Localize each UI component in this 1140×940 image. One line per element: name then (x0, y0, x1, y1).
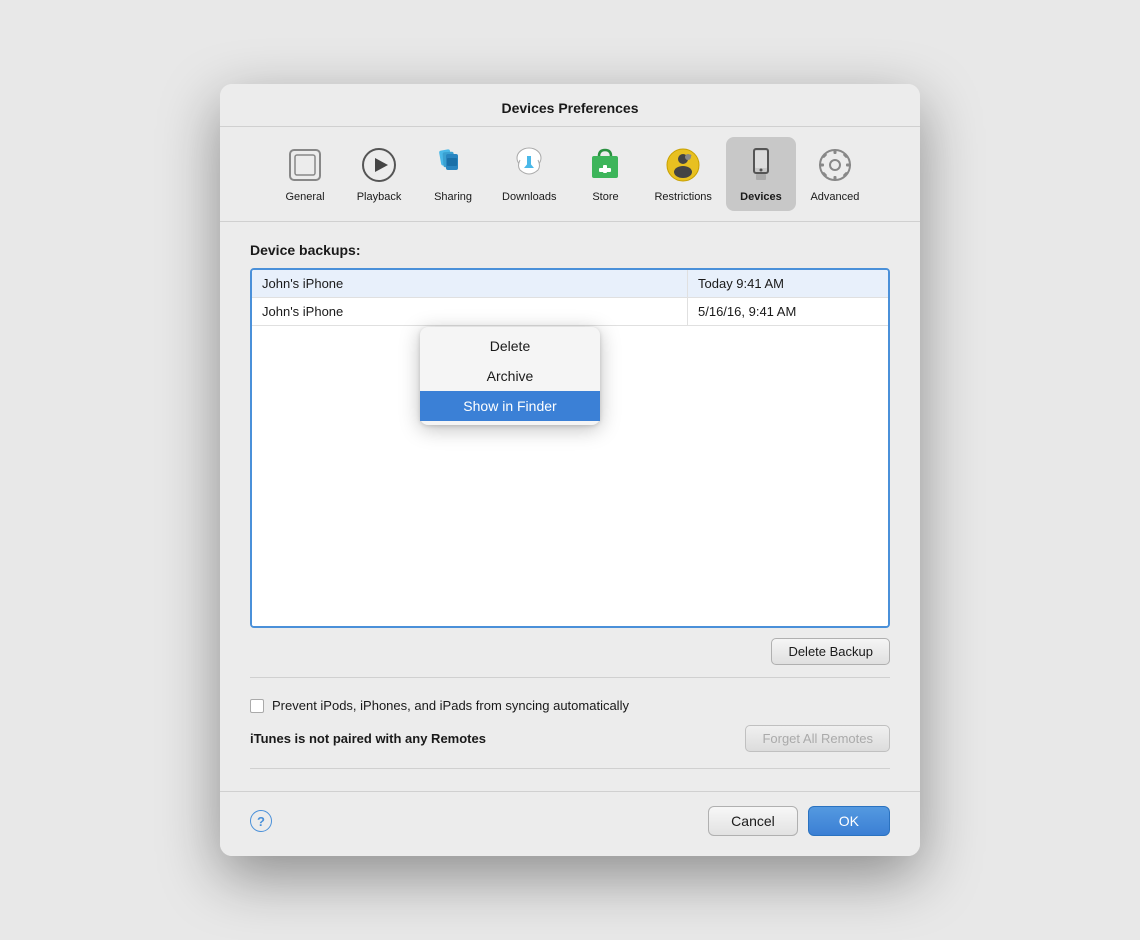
preferences-dialog: Devices Preferences General Playback (220, 84, 920, 856)
separator-1 (250, 677, 890, 678)
restrictions-icon (661, 143, 705, 187)
bottom-bar: ? Cancel OK (220, 791, 920, 856)
prevent-sync-label: Prevent iPods, iPhones, and iPads from s… (272, 698, 629, 713)
prevent-sync-checkbox[interactable] (250, 699, 264, 713)
table-row[interactable]: John's iPhone Today 9:41 AM (252, 270, 888, 298)
button-row: Delete Backup (250, 628, 890, 671)
toolbar-item-playback[interactable]: Playback (344, 137, 414, 211)
store-label: Store (592, 191, 618, 203)
backup-date-2: 5/16/16, 9:41 AM (688, 298, 888, 325)
backup-name-1: John's iPhone (252, 270, 688, 297)
sharing-icon (431, 143, 475, 187)
title-text: Devices Preferences (502, 100, 639, 116)
toolbar-item-general[interactable]: General (270, 137, 340, 211)
devices-label: Devices (740, 191, 782, 203)
sharing-label: Sharing (434, 191, 472, 203)
delete-backup-button[interactable]: Delete Backup (771, 638, 890, 665)
remotes-label: iTunes is not paired with any Remotes (250, 731, 486, 746)
toolbar: General Playback Sharing (220, 127, 920, 222)
bottom-buttons: Cancel OK (708, 806, 890, 836)
downloads-icon (507, 143, 551, 187)
context-menu: Delete Archive Show in Finder (420, 327, 600, 425)
backup-date-1: Today 9:41 AM (688, 270, 888, 297)
downloads-label: Downloads (502, 191, 556, 203)
toolbar-item-downloads[interactable]: Downloads (492, 137, 566, 211)
dialog-title: Devices Preferences (220, 84, 920, 127)
toolbar-item-sharing[interactable]: Sharing (418, 137, 488, 211)
toolbar-item-advanced[interactable]: Advanced (800, 137, 870, 211)
remotes-row: iTunes is not paired with any Remotes Fo… (250, 717, 890, 756)
toolbar-item-store[interactable]: Store (570, 137, 640, 211)
options-section: Prevent iPods, iPhones, and iPads from s… (250, 684, 890, 762)
backup-name-2: John's iPhone (252, 298, 688, 325)
toolbar-item-restrictions[interactable]: Restrictions (644, 137, 721, 211)
context-menu-archive[interactable]: Archive (420, 361, 600, 391)
store-icon (583, 143, 627, 187)
context-menu-show-in-finder[interactable]: Show in Finder (420, 391, 600, 421)
advanced-icon (813, 143, 857, 187)
devices-icon (739, 143, 783, 187)
toolbar-item-devices[interactable]: Devices (726, 137, 796, 211)
playback-label: Playback (357, 191, 402, 203)
prevent-sync-row: Prevent iPods, iPhones, and iPads from s… (250, 694, 890, 717)
advanced-label: Advanced (810, 191, 859, 203)
help-button[interactable]: ? (250, 810, 272, 832)
backup-table: John's iPhone Today 9:41 AM John's iPhon… (250, 268, 890, 628)
separator-2 (250, 768, 890, 769)
main-content: Device backups: John's iPhone Today 9:41… (220, 222, 920, 791)
cancel-button[interactable]: Cancel (708, 806, 798, 836)
general-label: General (285, 191, 324, 203)
restrictions-label: Restrictions (654, 191, 711, 203)
ok-button[interactable]: OK (808, 806, 890, 836)
forget-remotes-button: Forget All Remotes (745, 725, 890, 752)
context-menu-delete[interactable]: Delete (420, 331, 600, 361)
table-row[interactable]: John's iPhone 5/16/16, 9:41 AM (252, 298, 888, 326)
section-label: Device backups: (250, 242, 890, 258)
general-icon (283, 143, 327, 187)
playback-icon (357, 143, 401, 187)
